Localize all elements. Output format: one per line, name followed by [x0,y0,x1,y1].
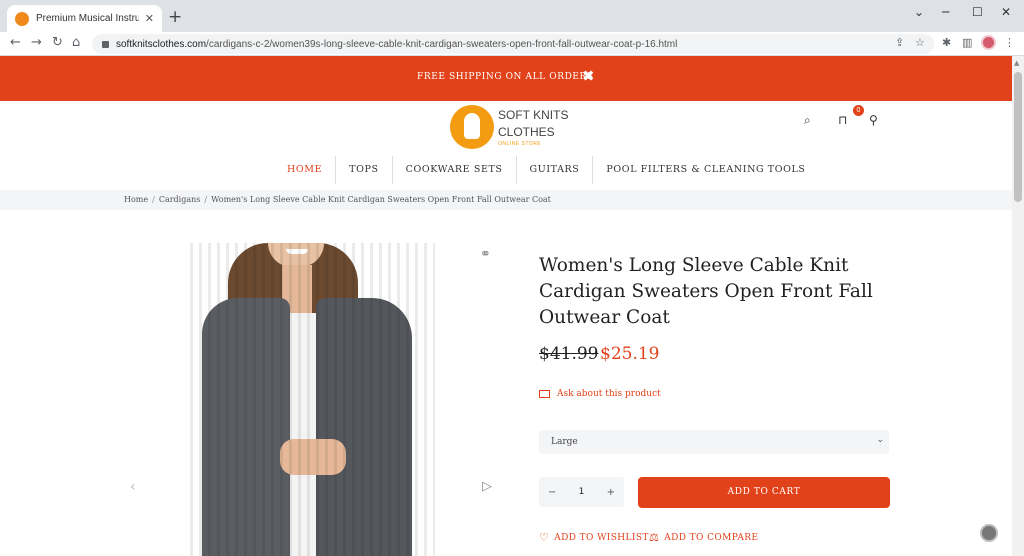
ask-about-product-label: Ask about this product [557,389,661,399]
add-to-wishlist-link[interactable]: ♡ ADD TO WISHLIST [539,531,649,544]
product-title: Women's Long Sleeve Cable Knit Cardigan … [539,255,873,328]
bookmark-star-icon[interactable]: ☆ [915,36,925,49]
url-text: softknitsclothes.com/cardigans-c-2/women… [116,38,678,50]
main-navigation: HOME TOPS COOKWARE SETS GUITARS POOL FIL… [274,155,819,185]
ask-about-product-link[interactable]: Ask about this product [539,389,661,399]
tab-close-icon[interactable]: ✕ [145,12,154,25]
address-bar[interactable]: softknitsclothes.com/cardigans-c-2/women… [92,34,934,54]
add-to-compare-link[interactable]: ⚖ ADD TO COMPARE [649,531,758,544]
cart-icon[interactable]: ⊓ [838,113,847,127]
search-icon[interactable]: ⌕ [804,113,811,128]
breadcrumb-cardigans[interactable]: Cardigans [159,195,201,204]
back-button[interactable]: ← [10,35,21,50]
breadcrumb-home[interactable]: Home [124,195,148,204]
menu-kebab-icon[interactable]: ⋮ [1004,36,1015,49]
profile-avatar[interactable] [981,35,996,50]
breadcrumb: Home / Cardigans / Women's Long Sleeve Cable… [124,195,551,204]
tab-title: Premium Musical Instruments o [36,13,139,24]
link-icon[interactable]: ⚭ [480,247,491,262]
product-gallery: ⚭ ‹ ▷ [120,215,510,556]
logo-dress-icon [450,105,494,149]
nav-item-home[interactable]: HOME [274,156,337,184]
lock-icon [102,40,109,48]
chevron-down-icon: ⌄ [876,435,884,445]
window-close-button[interactable]: ✕ [1001,5,1011,19]
size-select[interactable]: Large ⌄ [539,430,889,454]
scrollbar-thumb[interactable] [1014,72,1022,202]
envelope-icon [539,390,550,398]
user-icon[interactable]: ⚲ [869,113,878,127]
logo-line-1: SOFT KNITS [498,108,569,122]
logo-tagline: ONLINE STORE [498,141,542,147]
browser-toolbar: ← → ↻ ⌂ softknitsclothes.com/cardigans-c… [0,32,1024,56]
heart-icon: ♡ [539,531,550,544]
chevron-down-icon[interactable]: ⌄ [914,5,924,19]
gallery-prev-icon[interactable]: ‹ [130,479,136,495]
extensions-icon[interactable]: ✱ [942,36,951,49]
nav-item-tops[interactable]: TOPS [336,156,393,184]
breadcrumb-bar: Home / Cardigans / Women's Long Sleeve Cable… [0,190,1012,210]
qty-increase-button[interactable]: + [607,487,615,498]
site-favicon-icon [15,11,29,26]
share-icon[interactable]: ⇪ [895,36,904,49]
sale-price: $25.19 [600,344,660,364]
cart-count-badge: 0 [853,105,864,116]
qty-input[interactable]: 1 [579,487,585,497]
scale-icon: ⚖ [649,531,660,544]
quantity-stepper: − 1 + [539,477,624,507]
size-selected-value: Large [551,437,578,447]
page-scrollbar[interactable]: ▲ [1012,56,1024,556]
promo-banner: FREE SHIPPING ON ALL ORDERS ✖ [0,56,1012,101]
minimize-button[interactable]: ─ [942,5,949,19]
qty-decrease-button[interactable]: − [548,487,556,498]
forward-button[interactable]: → [31,35,42,50]
home-button[interactable]: ⌂ [72,35,80,50]
side-panel-icon[interactable]: ▥ [962,36,972,49]
site-logo[interactable]: SOFT KNITS CLOTHES ONLINE STORE [450,103,580,153]
add-to-compare-label: ADD TO COMPARE [664,532,759,543]
nav-item-pool-filters[interactable]: POOL FILTERS & CLEANING TOOLS [593,156,818,184]
gallery-next-icon[interactable]: ▷ [482,479,492,494]
add-to-cart-button[interactable]: ADD TO CART [638,477,890,508]
breadcrumb-current: Women's Long Sleeve Cable Knit Cardigan … [211,195,551,204]
original-price: $41.99 [539,344,599,364]
maximize-button[interactable]: ☐ [972,5,983,19]
floating-help-button[interactable] [980,524,998,542]
scroll-up-icon[interactable]: ▲ [1014,59,1019,67]
browser-tab-bar: Premium Musical Instruments o ✕ + ⌄ ─ ☐ … [0,0,1024,32]
product-image[interactable] [190,243,435,556]
nav-item-guitars[interactable]: GUITARS [517,156,594,184]
browser-tab[interactable]: Premium Musical Instruments o ✕ [7,5,162,32]
nav-item-cookware-sets[interactable]: COOKWARE SETS [393,156,517,184]
promo-text: FREE SHIPPING ON ALL ORDERS [417,72,594,82]
close-banner-icon[interactable]: ✖ [582,67,595,85]
reload-button[interactable]: ↻ [52,35,63,50]
logo-line-2: CLOTHES [498,125,555,139]
new-tab-button[interactable]: + [168,7,182,27]
add-to-wishlist-label: ADD TO WISHLIST [554,532,649,543]
